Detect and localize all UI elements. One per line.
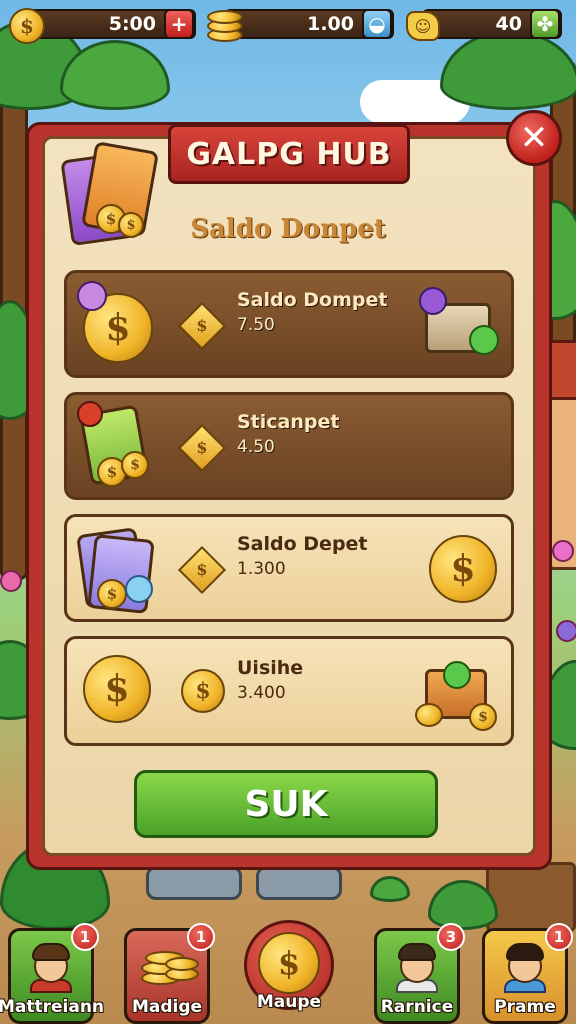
row-name: Uisihe xyxy=(237,657,304,679)
gold-coin-icon: $ xyxy=(429,535,497,603)
balance-row[interactable]: $ $ $ Sticanpet 4.50 xyxy=(64,392,514,500)
nav-rarnice[interactable]: 3 Rarnice xyxy=(374,923,465,1024)
gold-coin-icon: $ xyxy=(83,655,151,723)
nav-label: Rarnice xyxy=(380,997,454,1017)
row-value: 7.50 xyxy=(237,315,275,335)
nav-label: Maupe xyxy=(256,992,322,1012)
add-gold-button[interactable]: + xyxy=(164,9,194,39)
bubble-icon: ◒ xyxy=(368,12,386,36)
smiley-badge-icon: ☺ xyxy=(404,9,442,43)
row-name: Saldo Dompet xyxy=(237,289,388,311)
top-resource-bar: $ 5:00 + 1.00 ◒ ☺ 40 ✤ xyxy=(0,0,576,48)
nav-label: Madige xyxy=(131,997,203,1017)
nav-madige[interactable]: 1 Madige xyxy=(124,923,215,1024)
bottom-nav: 1 Mattreiann 1 Madige $ Maupe 3 Rarnice … xyxy=(0,920,576,1024)
gift-box-icon: $ xyxy=(415,651,499,735)
treasure-chest-icon xyxy=(419,285,499,365)
notification-badge: 1 xyxy=(71,923,99,951)
nav-label: Mattreiann xyxy=(0,997,105,1017)
token-balance: ☺ 40 ✤ xyxy=(404,7,562,41)
nav-mattreiann[interactable]: 1 Mattreiann xyxy=(0,923,104,1024)
nav-prame[interactable]: 1 Prame xyxy=(482,923,573,1024)
row-value: 1.300 xyxy=(237,559,286,579)
small-coin-icon: $ xyxy=(181,669,225,713)
gold-balance: $ 5:00 + xyxy=(8,7,196,44)
green-cards-icon: $ $ xyxy=(77,401,161,493)
close-icon: ✕ xyxy=(519,118,549,158)
nav-label: Prame xyxy=(494,997,556,1017)
deposit-row[interactable]: $ $ Saldo Depet 1.300 $ xyxy=(64,514,514,622)
row-value: 3.400 xyxy=(237,683,286,703)
purple-cards-icon: $ xyxy=(76,523,161,615)
row-name: Sticanpet xyxy=(237,411,340,433)
avatar-icon xyxy=(28,939,74,993)
nav-maupe[interactable]: $ Maupe xyxy=(244,920,334,1024)
panel-title: GALPG HUB xyxy=(168,124,410,184)
notification-badge: 3 xyxy=(437,923,465,951)
avatar-icon xyxy=(502,939,548,993)
plus-icon: + xyxy=(170,12,188,36)
clover-icon: ✤ xyxy=(536,12,554,36)
gold-coin-icon: $ xyxy=(258,932,320,994)
gold-coin-icon: $ xyxy=(8,8,46,44)
notification-badge: 1 xyxy=(545,923,573,951)
row-value: 4.50 xyxy=(237,437,275,457)
row-name: Saldo Depet xyxy=(237,533,368,555)
wallet-row[interactable]: $ $ Saldo Dompet 7.50 xyxy=(64,270,514,378)
earnings-row[interactable]: $ $ Uisihe 3.400 $ xyxy=(64,636,514,746)
avatar-icon xyxy=(394,939,440,993)
panel-subtitle: Saldo Donpet xyxy=(190,214,386,244)
coin-stack-icon xyxy=(206,9,244,43)
coin-stack-balance: 1.00 ◒ xyxy=(206,7,394,43)
suk-button[interactable]: SUK xyxy=(134,770,438,838)
close-button[interactable]: ✕ xyxy=(506,110,562,166)
coin-stack-action-button[interactable]: ◒ xyxy=(362,9,392,39)
coin-with-badge-icon: $ xyxy=(77,281,157,367)
token-action-button[interactable]: ✤ xyxy=(530,9,560,39)
coin-stack-icon xyxy=(141,941,199,989)
